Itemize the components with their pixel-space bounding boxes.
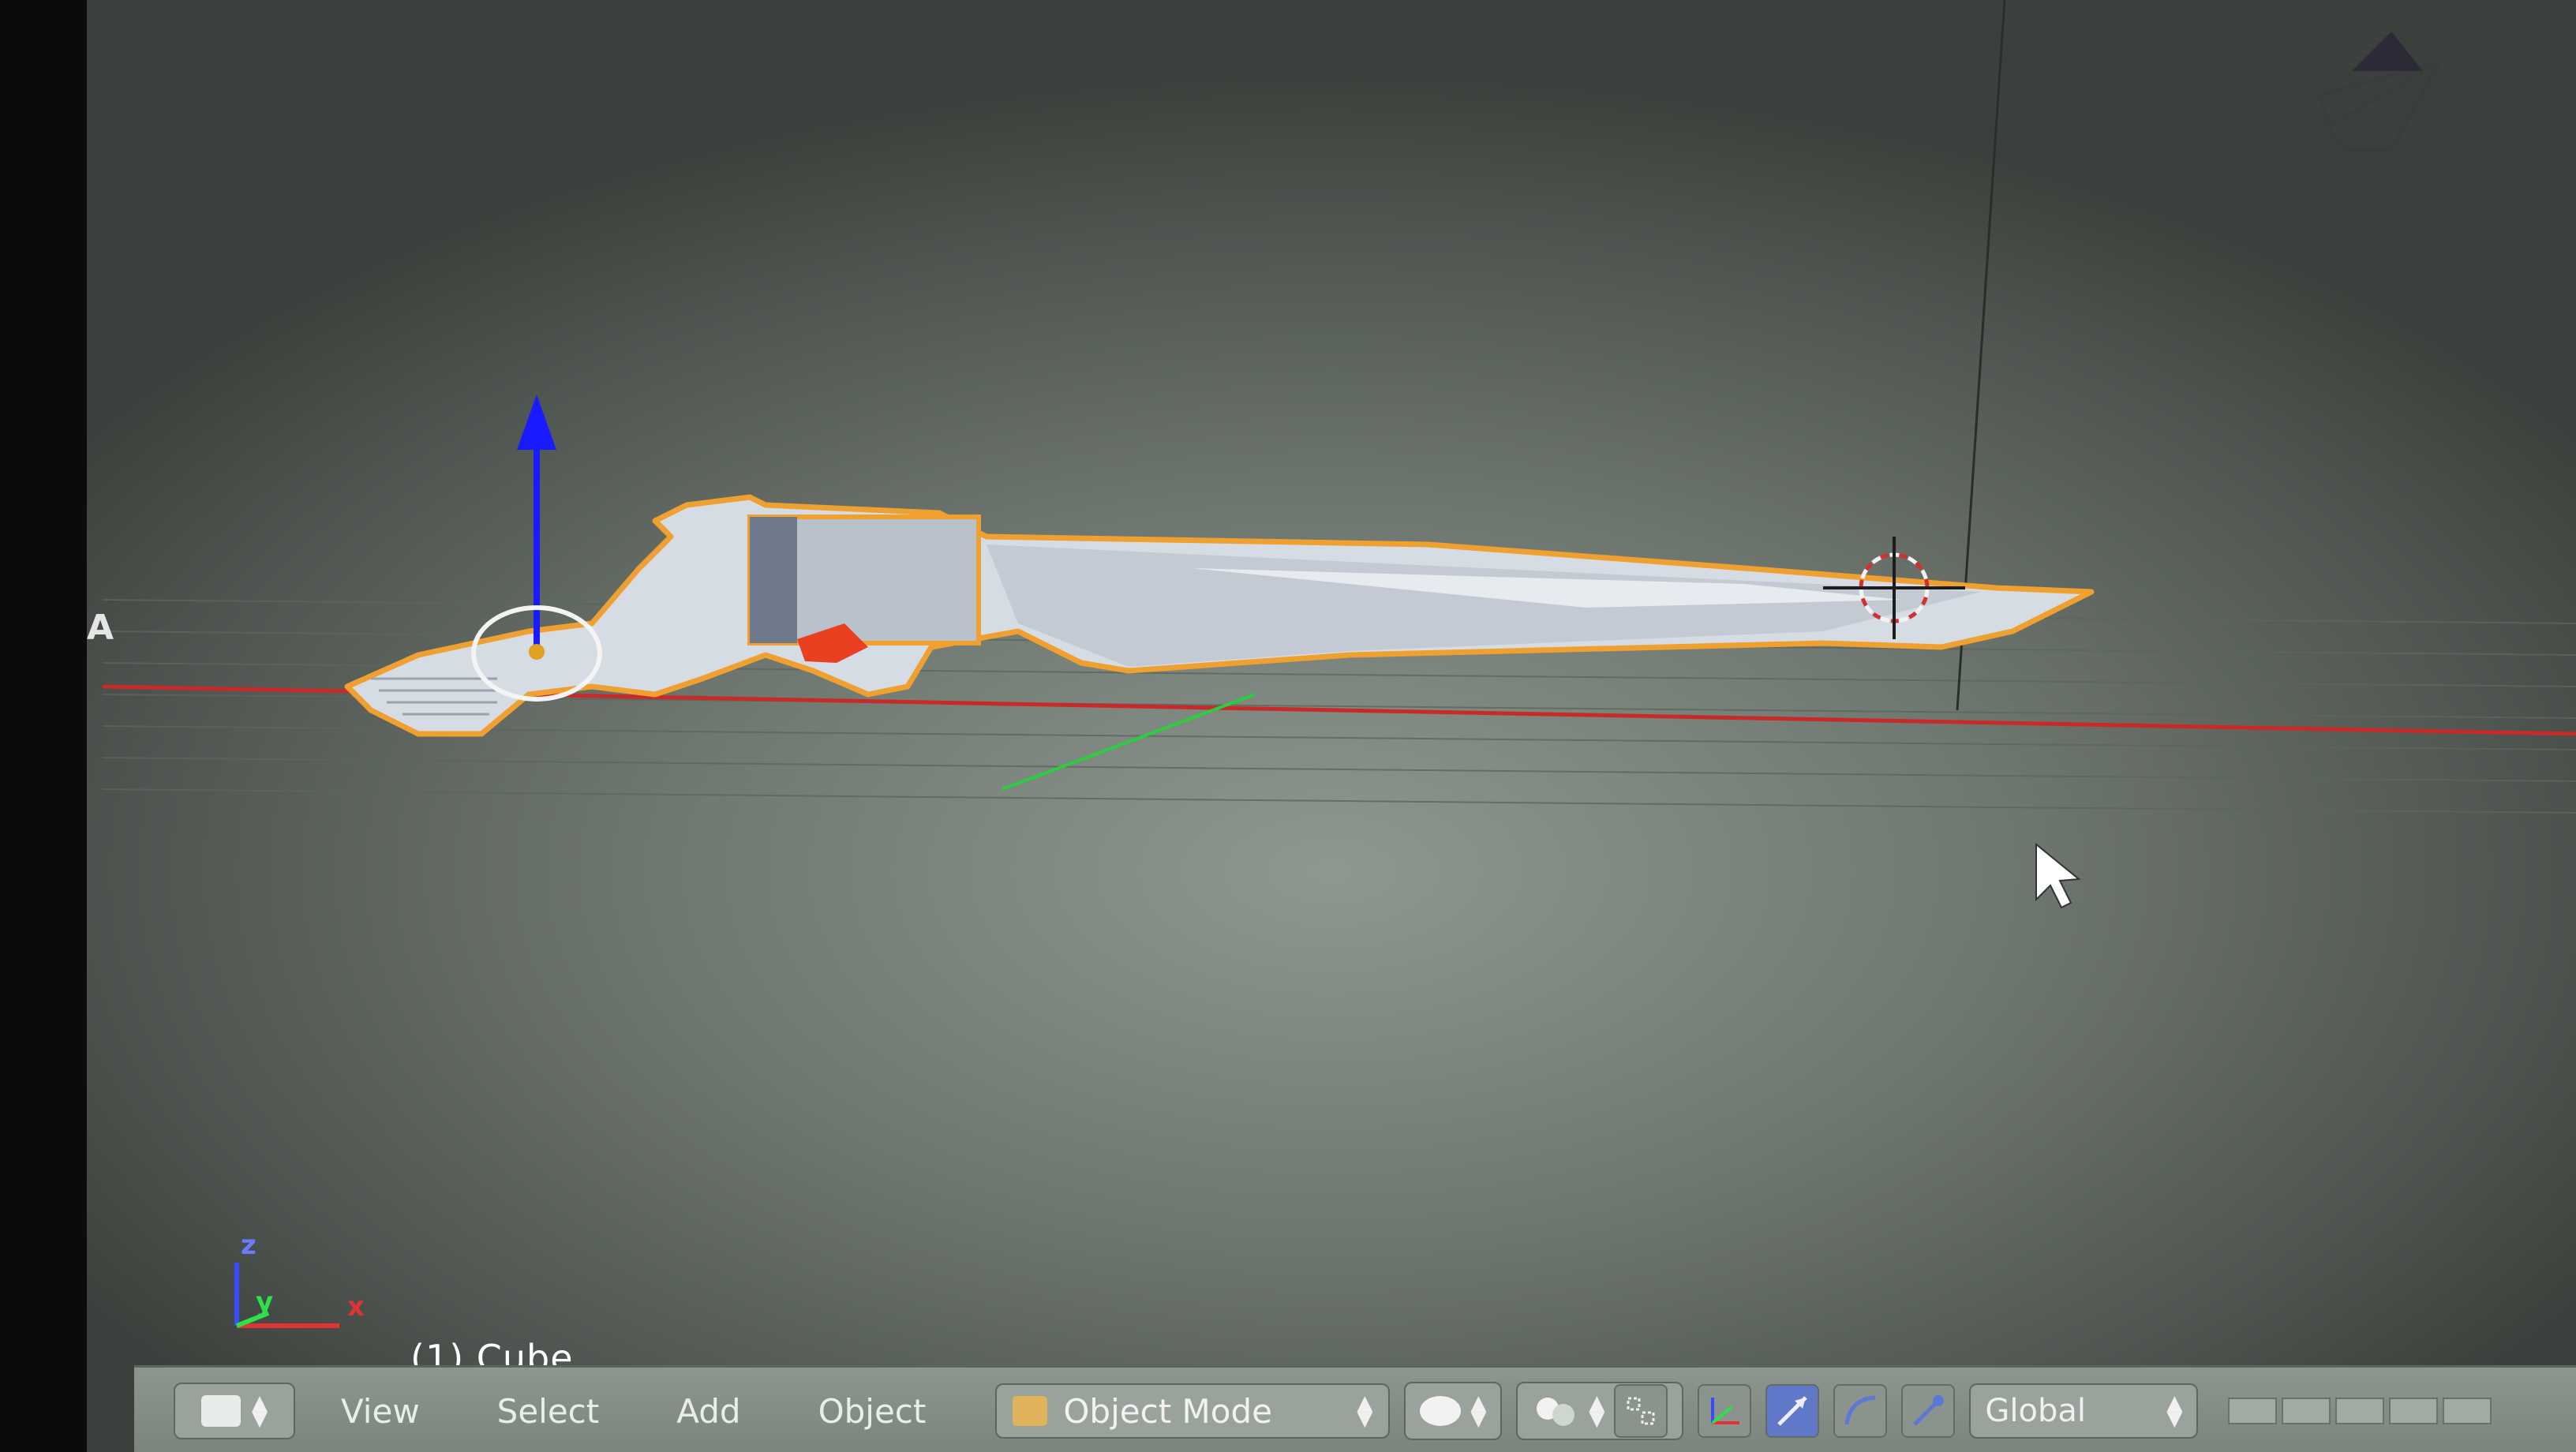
knife-mesh[interactable] xyxy=(344,494,2095,737)
layer-button[interactable] xyxy=(2228,1398,2278,1424)
chevron-updown-icon: ▲ ▼ xyxy=(1357,1391,1373,1431)
menu-select[interactable]: Select xyxy=(466,1392,631,1431)
menu-add[interactable]: Add xyxy=(645,1392,772,1431)
viewport-header: ▲ ▼ View Select Add Object Object Mode ▲ ▼… xyxy=(134,1365,2576,1452)
chevron-updown-icon: ▲ ▼ xyxy=(1589,1391,1605,1431)
transform-orientation-select[interactable]: Global ▲ ▼ xyxy=(1969,1383,2199,1439)
layer-button[interactable] xyxy=(2282,1398,2331,1424)
editor-type-button[interactable]: ▲ ▼ xyxy=(174,1383,295,1439)
blender-window: A z y x (1) Cube ▲ ▼ View Select Add Obje… xyxy=(87,0,2576,1452)
layer-button[interactable] xyxy=(2443,1398,2492,1424)
snap-icon[interactable] xyxy=(1614,1384,1668,1438)
z-arrow-icon xyxy=(517,395,556,450)
pivot-point-icon xyxy=(1537,1398,1575,1426)
pivot-point-select[interactable]: ▲ ▼ xyxy=(1516,1382,1684,1440)
layer-button[interactable] xyxy=(2335,1398,2385,1424)
translate-manipulator-icon[interactable] xyxy=(1765,1384,1820,1438)
camera-icon[interactable] xyxy=(2317,32,2443,152)
transform-orientation-label: Global xyxy=(1985,1393,2086,1429)
rotate-manipulator-icon[interactable] xyxy=(1833,1384,1888,1438)
viewport-scene xyxy=(102,0,2576,1328)
mode-select[interactable]: Object Mode ▲ ▼ xyxy=(995,1383,1391,1439)
object-mode-cube-icon xyxy=(1013,1396,1048,1426)
gizmo-y-label: y xyxy=(256,1286,274,1318)
gizmo-x-label: x xyxy=(347,1291,365,1323)
chevron-updown-icon: ▲ ▼ xyxy=(2166,1391,2183,1431)
manipulator-axes-icon[interactable] xyxy=(1698,1384,1752,1438)
view-axis-gizmo xyxy=(234,1263,339,1328)
editor-type-icon xyxy=(201,1395,241,1427)
y-axis-line xyxy=(1002,693,1256,791)
viewport-shading-icon xyxy=(1420,1396,1462,1426)
object-origin xyxy=(529,644,545,660)
3d-viewport[interactable]: A z y x (1) Cube xyxy=(87,0,2576,1379)
chevron-updown-icon: ▲ ▼ xyxy=(252,1391,268,1431)
layer-buttons xyxy=(2228,1398,2492,1424)
mouse-pointer-icon xyxy=(2035,842,2081,909)
menu-view[interactable]: View xyxy=(309,1392,451,1431)
menu-object[interactable]: Object xyxy=(787,1392,958,1431)
chevron-updown-icon: ▲ ▼ xyxy=(1470,1391,1487,1431)
mode-select-label: Object Mode xyxy=(1063,1391,1272,1431)
viewport-shading-select[interactable]: ▲ ▼ xyxy=(1404,1382,1503,1440)
layer-button[interactable] xyxy=(2389,1398,2439,1424)
scale-manipulator-icon[interactable] xyxy=(1901,1384,1956,1438)
edge-letter: A xyxy=(87,608,114,648)
gizmo-z-label: z xyxy=(241,1229,256,1261)
